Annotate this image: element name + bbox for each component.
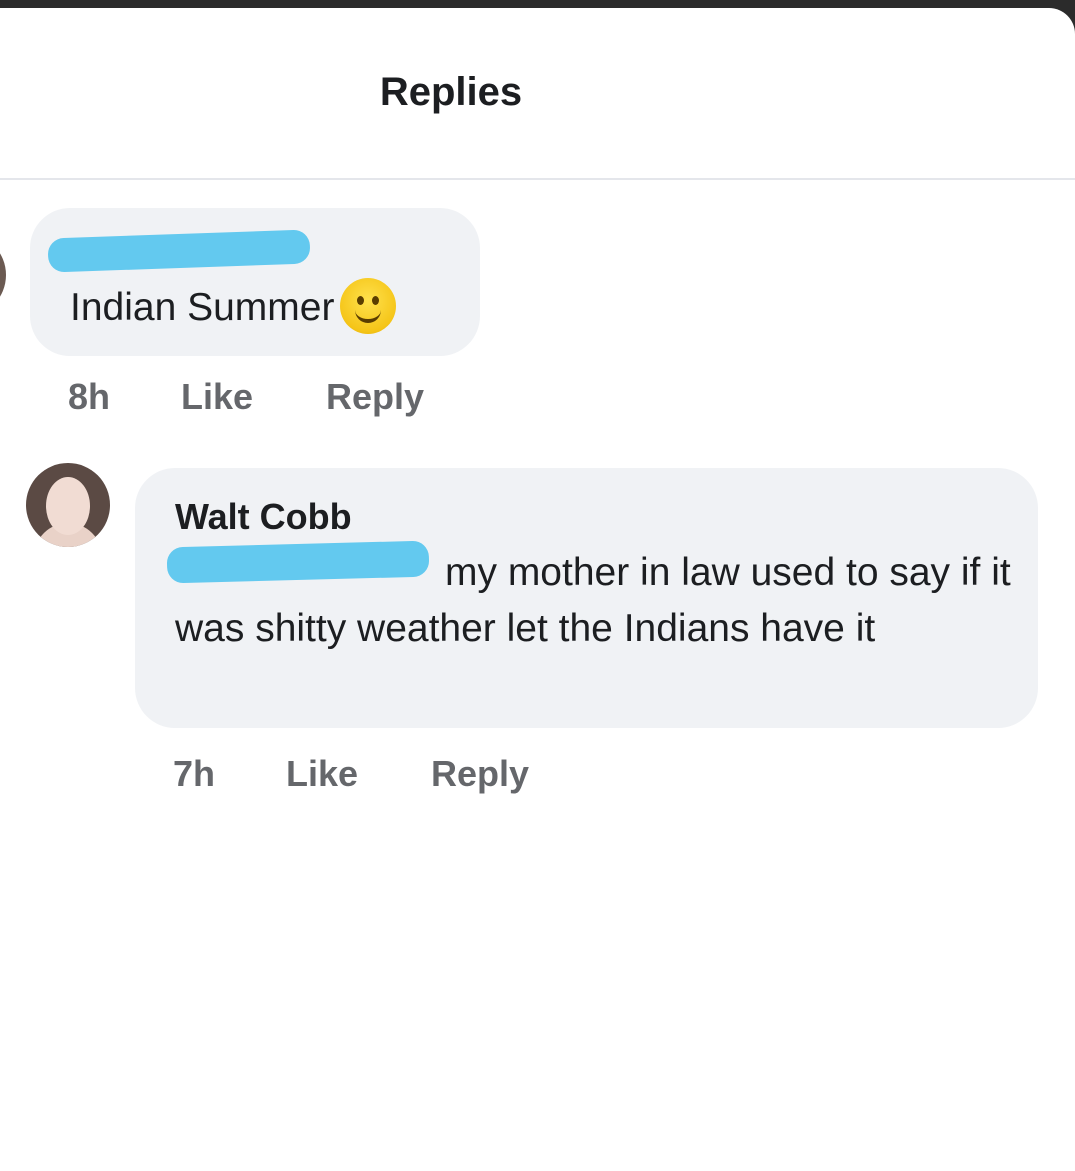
comment-timestamp[interactable]: 7h [173,753,286,795]
reply-button[interactable]: Reply [431,753,529,795]
avatar[interactable] [26,463,110,547]
comment-timestamp[interactable]: 8h [68,376,181,418]
redacted-author-name [47,229,311,273]
comment-text: my mother in law used to say if it was s… [175,551,1011,650]
replies-header: Replies [0,8,1075,180]
comment-text: Indian Summer [70,277,397,338]
comment-actions: 8h Like Reply [68,376,424,418]
comment-bubble: Walt Cobb my mother in law used to say i… [135,468,1038,728]
avatar[interactable] [0,233,6,317]
comment-author[interactable]: Walt Cobb [175,496,352,538]
page-title: Replies [379,70,523,114]
comment-bubble: Indian Summer [30,208,480,356]
comment-actions: 7h Like Reply [173,753,529,795]
replies-panel: Replies Indian Summer 8h Like Reply Walt… [0,8,1075,1171]
like-button[interactable]: Like [286,753,431,795]
like-button[interactable]: Like [181,376,326,418]
slightly-smiling-face-icon [340,277,397,334]
reply-button[interactable]: Reply [326,376,424,418]
